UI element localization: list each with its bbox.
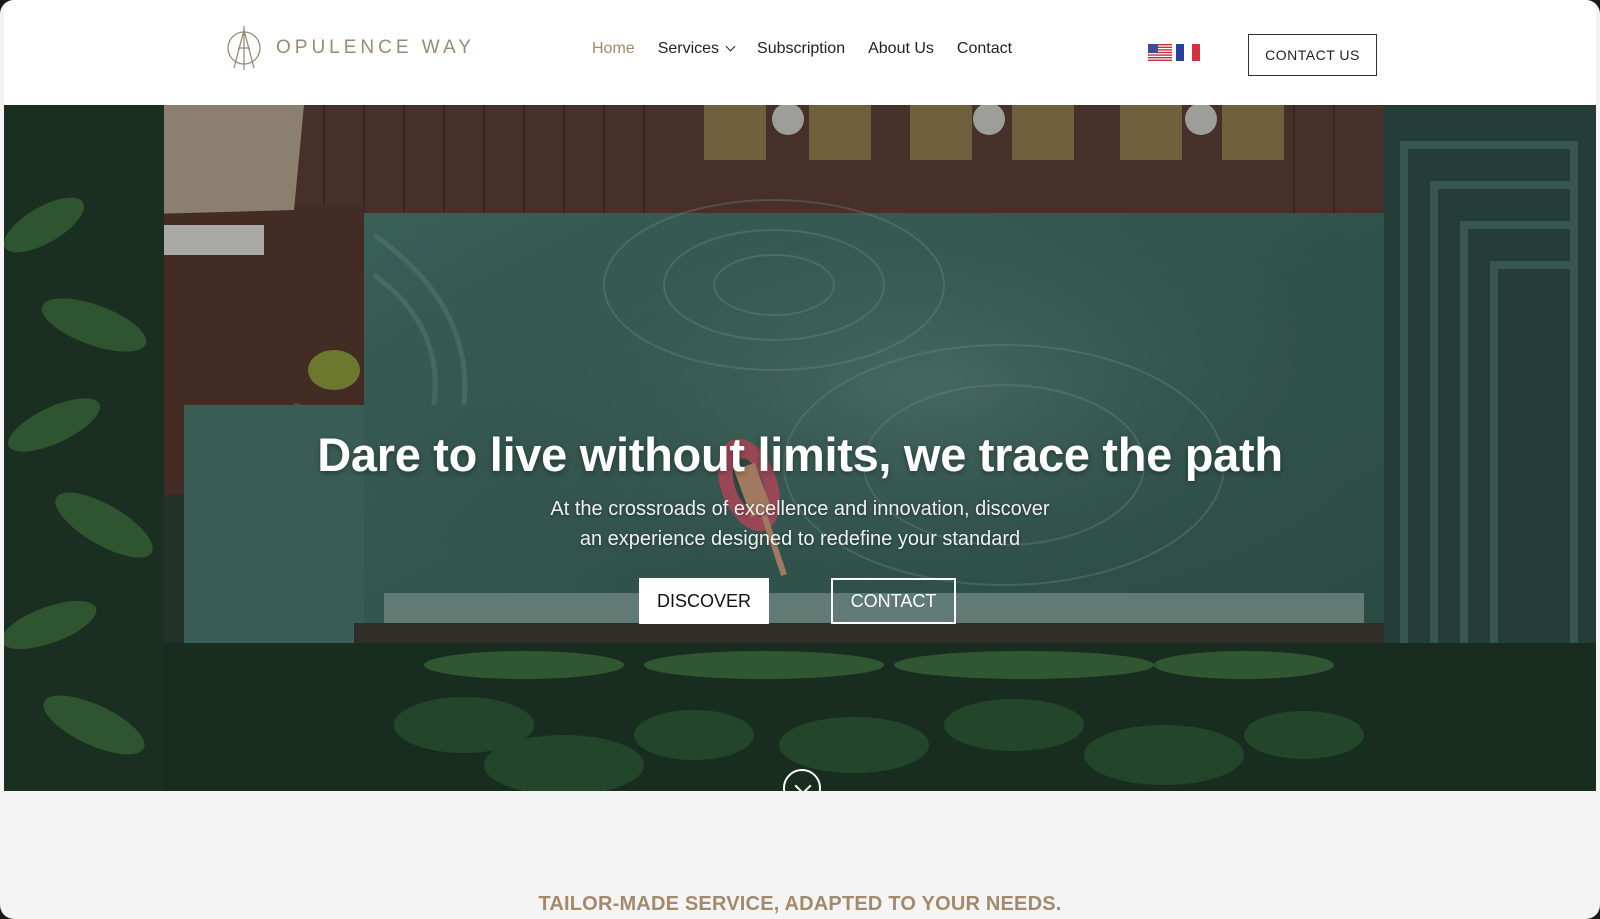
brand-name: OPULENCE WAY — [276, 37, 475, 58]
nav-item-label: Contact — [956, 40, 1013, 57]
nav-item-services[interactable]: Services — [657, 40, 736, 58]
hero-subtitle-line: an experience designed to redefine your … — [579, 528, 1021, 550]
nav-item-contact[interactable]: Contact — [957, 40, 1012, 58]
language-switcher — [1148, 44, 1200, 61]
us-flag-icon[interactable] — [1148, 44, 1172, 61]
nav-item-home[interactable]: Home — [592, 40, 635, 58]
site-header: OPULENCE WAY Home Services Subscription … — [4, 0, 1596, 105]
page: OPULENCE WAY Home Services Subscription … — [0, 0, 1600, 919]
nav-item-about-us[interactable]: About Us — [868, 40, 934, 58]
hero-subtitle-line: At the crossroads of excellence and inno… — [550, 498, 1050, 520]
hero-subtitle: At the crossroads of excellence and inno… — [4, 494, 1596, 554]
section-tagline: TAILOR-MADE SERVICE, ADAPTED TO YOUR NEE… — [538, 893, 1062, 915]
nav-item-label: Services — [657, 40, 720, 57]
chevron-down-icon — [725, 41, 736, 52]
logo-mark-icon — [227, 26, 261, 70]
nav-item-label: Home — [592, 40, 635, 57]
hero-section: Dare to live without limits, we trace th… — [4, 105, 1596, 791]
nav-item-subscription[interactable]: Subscription — [757, 40, 845, 58]
nav-item-label: About Us — [868, 40, 934, 57]
discover-button[interactable]: DISCOVER — [639, 578, 769, 624]
contact-us-button[interactable]: CONTACT US — [1248, 34, 1377, 76]
main-nav: Home Services Subscription About Us Cont… — [592, 40, 1035, 58]
hero-title: Dare to live without limits, we trace th… — [317, 428, 1283, 481]
contact-button[interactable]: CONTACT — [831, 578, 956, 624]
fr-flag-icon[interactable] — [1176, 44, 1200, 61]
nav-item-label: Subscription — [757, 40, 846, 57]
brand-logo[interactable]: OPULENCE WAY — [226, 24, 475, 72]
